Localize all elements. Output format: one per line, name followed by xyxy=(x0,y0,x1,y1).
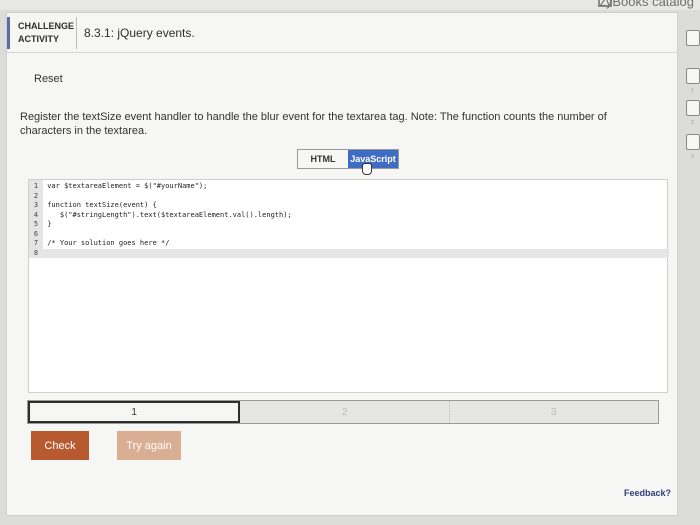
activity-header: CHALLENGE ACTIVITY 8.3.1: jQuery events. xyxy=(7,13,679,53)
code-text[interactable]: var $textareaElement = $("#yourName"); xyxy=(47,182,207,190)
challenge-card: CHALLENGE ACTIVITY 8.3.1: jQuery events.… xyxy=(6,12,679,516)
try-again-button[interactable]: Try again xyxy=(117,431,181,460)
tab-javascript[interactable]: JavaScript xyxy=(348,150,398,168)
feedback-link[interactable]: Feedback? xyxy=(624,488,671,498)
side-number: 2 xyxy=(691,120,694,126)
line-number: 2 xyxy=(33,191,39,200)
language-tabs: HTML JavaScript xyxy=(297,149,399,169)
line-number: 4 xyxy=(33,210,39,219)
challenge-label-line2: ACTIVITY xyxy=(18,34,60,44)
code-text[interactable]: /* Your solution goes here */ xyxy=(47,239,169,247)
reset-link[interactable]: Reset xyxy=(34,73,63,85)
line-number: 3 xyxy=(33,201,39,209)
side-panel-box-icon[interactable] xyxy=(686,100,700,116)
challenge-label-line1: CHALLENGE xyxy=(18,21,74,31)
side-panel-box-icon[interactable] xyxy=(686,68,700,84)
activity-title: 8.3.1: jQuery events. xyxy=(84,26,195,40)
zybooks-catalog-link[interactable]: zyBooks catalog xyxy=(599,0,694,9)
code-line[interactable]: 2 xyxy=(29,192,669,202)
code-line-active[interactable]: 8 xyxy=(29,248,669,258)
code-line[interactable]: 7 /* Your solution goes here */ xyxy=(29,239,669,249)
code-text[interactable]: } xyxy=(47,220,51,228)
line-number: 6 xyxy=(33,229,39,238)
tab-html[interactable]: HTML xyxy=(298,150,348,168)
code-text[interactable]: $("#stringLength").text($textareaElement… xyxy=(47,211,292,219)
side-number: 3 xyxy=(691,154,694,160)
line-number: 1 xyxy=(33,182,39,190)
code-line[interactable]: 6 xyxy=(29,230,669,240)
side-panel-box-icon[interactable] xyxy=(686,134,700,150)
code-line[interactable]: 1 var $textareaElement = $("#yourName"); xyxy=(29,182,669,192)
progress-steps: 1 2 3 xyxy=(27,400,659,424)
code-line[interactable]: 5 } xyxy=(29,220,669,230)
code-line[interactable]: 3 function textSize(event) { xyxy=(29,201,669,211)
line-number: 5 xyxy=(33,220,39,228)
check-button[interactable]: Check xyxy=(31,431,89,460)
hand-cursor-icon xyxy=(362,163,372,175)
code-editor[interactable]: 1 var $textareaElement = $("#yourName");… xyxy=(28,179,669,393)
line-number: 7 xyxy=(33,239,39,247)
progress-step-1[interactable]: 1 xyxy=(28,401,241,423)
code-line[interactable]: 4 $("#stringLength").text($textareaEleme… xyxy=(29,211,669,221)
top-bar xyxy=(0,0,700,10)
side-panel-toggle-icon[interactable] xyxy=(686,30,700,46)
instructions-text: Register the textSize event handler to h… xyxy=(20,111,607,137)
progress-step-3[interactable]: 3 xyxy=(450,401,658,423)
side-number: 1 xyxy=(691,88,694,94)
code-text[interactable]: function textSize(event) { xyxy=(47,201,157,209)
challenge-activity-label: CHALLENGE ACTIVITY xyxy=(7,17,77,49)
progress-step-2[interactable]: 2 xyxy=(240,401,450,423)
line-number: 8 xyxy=(33,248,39,257)
